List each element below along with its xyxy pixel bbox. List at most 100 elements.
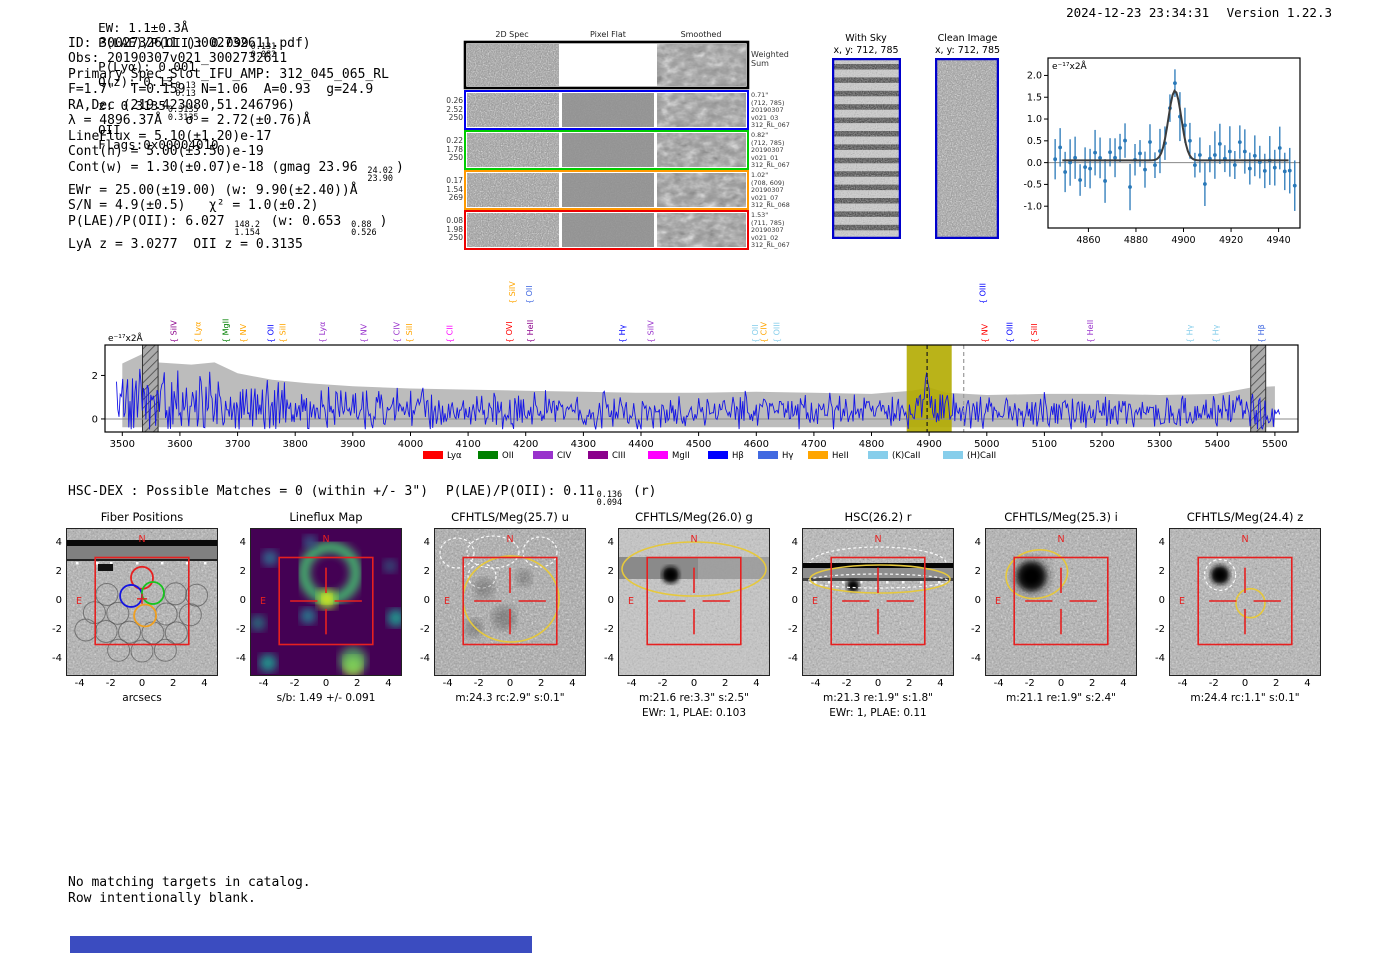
cutout-ytick: -2 bbox=[236, 624, 246, 635]
compass-north-label: N bbox=[506, 534, 513, 545]
cutout-xtick: 4 bbox=[753, 678, 760, 689]
cutout-xtick: -4 bbox=[810, 678, 821, 689]
legend-swatch-OII bbox=[478, 451, 498, 459]
legend-swatch-CIV bbox=[533, 451, 553, 459]
cutout-title-z: CFHTLS/Meg(24.4) z bbox=[1186, 510, 1304, 524]
cutout-ytick: 0 bbox=[1158, 595, 1165, 606]
cutout-ytick: 4 bbox=[791, 537, 798, 548]
cutout-title-fiber: Fiber Positions bbox=[100, 510, 184, 524]
footer-line-2: Row intentionally blank. bbox=[68, 890, 256, 906]
line-marker-SiII: { SiII bbox=[1030, 323, 1039, 343]
cutout-ytick: 0 bbox=[423, 595, 430, 606]
cutout-xtick: 0 bbox=[1241, 678, 1249, 689]
line-marker-Hβ: { Hβ bbox=[1257, 324, 1266, 343]
main-spec-ytick: 2 bbox=[92, 371, 98, 382]
main-spec-xtick: 3600 bbox=[167, 439, 192, 450]
cutout-panel-z: CFHTLS/Meg(24.4) z N E 4 2 0 -2 -4 -4 -2 0 2 4 m:24.4… bbox=[1135, 508, 1359, 726]
line-marker-OIII: { OIII bbox=[979, 283, 988, 304]
cutout-ytick: 0 bbox=[607, 595, 614, 606]
fit-plot-ytick: 0.0 bbox=[1027, 158, 1042, 169]
legend-label-(K)CaII: (K)CaII bbox=[892, 451, 920, 461]
fit-plot-xtick: 4880 bbox=[1124, 235, 1148, 246]
cutout-xtick: -4 bbox=[626, 678, 637, 689]
line-marker-CIV: { CIV bbox=[760, 321, 769, 343]
fit-plot-xtick: 4920 bbox=[1219, 235, 1243, 246]
cutout-caption: m:21.3 re:1.9" s:1.8" bbox=[823, 692, 933, 704]
line-marker-CII: { CII bbox=[446, 325, 455, 343]
compass-north-label: N bbox=[1241, 534, 1248, 545]
main-spec-xtick: 5400 bbox=[1205, 439, 1230, 450]
compass-east-label: E bbox=[76, 596, 82, 607]
cutout-title-lineflux: Lineflux Map bbox=[289, 510, 363, 524]
line-marker-NV: { NV bbox=[360, 323, 369, 343]
fit-plot-ytick: -1.0 bbox=[1023, 201, 1042, 212]
cutout-image-r: NE bbox=[802, 528, 954, 676]
cutout-ytick: 4 bbox=[55, 537, 62, 548]
lineflux-blob bbox=[262, 550, 278, 566]
line-marker-NV: { NV bbox=[980, 323, 989, 343]
line-marker-OIII: { OIII bbox=[1006, 322, 1015, 343]
cutout-ytick: -4 bbox=[604, 653, 614, 664]
compass-east-label: E bbox=[260, 596, 266, 607]
line-marker-SiIV: { SiIV bbox=[170, 320, 179, 343]
line-marker-SiII: { SiII bbox=[405, 323, 414, 343]
fit-plot-ytick: 2.0 bbox=[1027, 71, 1042, 82]
compass-north-label: N bbox=[690, 534, 697, 545]
main-spec-xtick: 4800 bbox=[859, 439, 884, 450]
cutout-xtick: -4 bbox=[442, 678, 453, 689]
line-marker-OIII: { OIII bbox=[772, 322, 781, 343]
line-marker-Lyα: { Lyα bbox=[318, 322, 327, 343]
cutout-ytick: -2 bbox=[1155, 624, 1165, 635]
cutout-ytick: -2 bbox=[971, 624, 981, 635]
source-blob-core bbox=[665, 569, 677, 581]
fit-plot-xtick: 4900 bbox=[1171, 235, 1195, 246]
cutout-ytick: -4 bbox=[52, 653, 62, 664]
legend-label-MgII: MgII bbox=[672, 451, 690, 461]
cutout-xtick: 2 bbox=[170, 678, 177, 689]
line-marker-OVI: { OVI bbox=[505, 321, 514, 343]
line-marker-HeII: { HeII bbox=[526, 320, 535, 343]
cutout-xtick: -2 bbox=[841, 678, 852, 689]
main-spec-xtick: 3700 bbox=[225, 439, 250, 450]
cutout-image-g: NE bbox=[618, 528, 770, 676]
cutout-ytick: -4 bbox=[420, 653, 430, 664]
cutout-ytick: 2 bbox=[423, 566, 430, 577]
main-spec-unit-label: e⁻¹⁷x2Å bbox=[108, 332, 144, 344]
compass-north-label: N bbox=[322, 534, 329, 545]
compass-east-label: E bbox=[812, 596, 818, 607]
cutout-caption-2: EWr: 1, PLAE: 0.103 bbox=[641, 707, 747, 719]
fit-plot-unit-label: e⁻¹⁷x2Å bbox=[1052, 60, 1088, 72]
cutout-xtick: 0 bbox=[506, 678, 514, 689]
line-marker-MgII: { MgII bbox=[221, 319, 230, 343]
footer-line-1: No matching targets in catalog. bbox=[68, 875, 311, 890]
cutout-caption: s/b: 1.49 +/- 0.091 bbox=[276, 692, 376, 704]
cutout-xtick: 2 bbox=[538, 678, 545, 689]
cutout-xlabel: arcsecs bbox=[122, 692, 162, 704]
cutout-ytick: 4 bbox=[239, 537, 246, 548]
cutout-xtick: 4 bbox=[1304, 678, 1311, 689]
cutout-ytick: 4 bbox=[423, 537, 430, 548]
legend-label-(H)CaII: (H)CaII bbox=[967, 451, 996, 461]
cutout-ytick: -2 bbox=[420, 624, 430, 635]
legend-label-CIII: CIII bbox=[612, 451, 625, 461]
main-spec-xtick: 5500 bbox=[1262, 439, 1287, 450]
cutout-ytick: 0 bbox=[239, 595, 246, 606]
spectrum-error-envelope bbox=[122, 352, 1275, 428]
source-blob-core bbox=[1022, 567, 1041, 586]
cutout-ytick: 0 bbox=[791, 595, 798, 606]
cutout-ytick: 4 bbox=[1158, 537, 1165, 548]
cutout-xtick: -2 bbox=[473, 678, 484, 689]
line-marker-OII: { OII bbox=[525, 285, 534, 304]
lineflux-blob bbox=[322, 594, 332, 604]
cutout-xtick: -4 bbox=[258, 678, 269, 689]
cutout-xtick: 4 bbox=[569, 678, 576, 689]
legend-swatch-(H)CaII bbox=[943, 451, 963, 459]
lineflux-blob bbox=[250, 615, 266, 631]
cutout-xtick: 2 bbox=[906, 678, 913, 689]
lineflux-blob bbox=[300, 608, 316, 624]
line-marker-SiIV: { SiIV bbox=[647, 320, 656, 343]
fit-plot-ytick: -0.5 bbox=[1023, 180, 1042, 191]
cutout-ytick: -2 bbox=[52, 624, 62, 635]
noise-texture bbox=[434, 528, 586, 676]
cutout-image-u: NE bbox=[434, 528, 586, 676]
